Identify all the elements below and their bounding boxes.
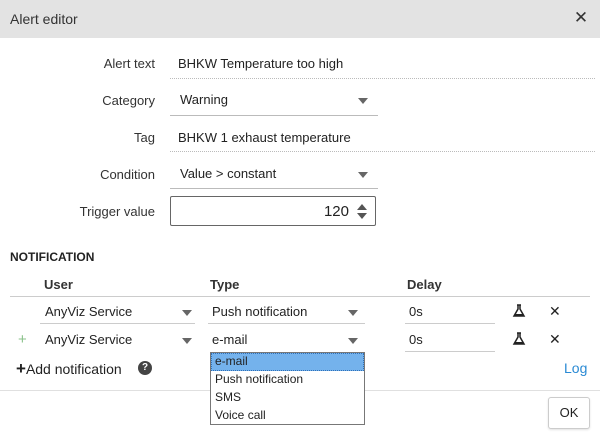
condition-select-line xyxy=(170,188,378,189)
log-link[interactable]: Log xyxy=(564,360,587,376)
add-notification-button[interactable]: +Add notification xyxy=(16,359,122,379)
dialog-titlebar: Alert editor ✕ xyxy=(0,0,600,38)
category-select-line xyxy=(170,115,378,116)
help-icon[interactable]: ? xyxy=(138,361,152,375)
tag-underline xyxy=(170,151,595,152)
category-label: Category xyxy=(102,93,155,108)
trigger-value-input[interactable]: 120 xyxy=(170,196,376,226)
tag-input[interactable]: BHKW 1 exhaust temperature xyxy=(178,130,351,145)
plus-icon: + xyxy=(18,331,27,348)
dialog-title: Alert editor xyxy=(10,11,78,27)
row-2-type-select[interactable]: e-mail xyxy=(212,332,247,347)
category-select[interactable]: Warning xyxy=(180,92,228,107)
ok-button[interactable]: OK xyxy=(548,397,590,429)
close-icon[interactable]: ✕ xyxy=(573,9,589,27)
condition-select[interactable]: Value > constant xyxy=(180,166,276,181)
flask-icon[interactable] xyxy=(512,332,526,346)
spin-down-icon[interactable] xyxy=(357,213,367,219)
row-1-delay-input[interactable]: 0s xyxy=(409,304,423,319)
caret-down-icon[interactable] xyxy=(182,310,192,316)
add-notification-label: Add notification xyxy=(25,361,122,377)
row-2-delay-line xyxy=(405,351,495,352)
row-1-type-line xyxy=(208,323,365,324)
row-1-user-line xyxy=(40,323,195,324)
row-2-user-select[interactable]: AnyViz Service xyxy=(45,332,132,347)
tag-label: Tag xyxy=(134,130,155,145)
flask-icon[interactable] xyxy=(512,304,526,318)
delete-icon[interactable]: ✕ xyxy=(549,303,561,320)
row-1-delay-line xyxy=(405,323,495,324)
trigger-value-text: 120 xyxy=(323,203,349,220)
spin-up-icon[interactable] xyxy=(357,204,367,210)
notification-section-title: NOTIFICATION xyxy=(10,250,95,264)
dropdown-option-voice[interactable]: Voice call xyxy=(211,407,364,425)
dropdown-option-email[interactable]: e-mail xyxy=(211,353,364,371)
caret-down-icon[interactable] xyxy=(348,338,358,344)
trigger-value-label: Trigger value xyxy=(79,204,155,219)
delete-icon[interactable]: ✕ xyxy=(549,331,561,348)
alert-text-input[interactable]: BHKW Temperature too high xyxy=(178,56,343,71)
condition-label: Condition xyxy=(100,167,155,182)
row-1-type-select[interactable]: Push notification xyxy=(212,304,307,319)
alert-text-label: Alert text xyxy=(103,56,155,71)
type-dropdown-list[interactable]: e-mail Push notification SMS Voice call xyxy=(210,352,365,425)
dropdown-option-sms[interactable]: SMS xyxy=(211,389,364,407)
caret-down-icon[interactable] xyxy=(358,98,368,104)
alert-text-underline xyxy=(170,78,595,79)
table-header-divider xyxy=(10,296,590,297)
column-header-delay: Delay xyxy=(407,277,442,292)
column-header-user: User xyxy=(44,277,73,292)
column-header-type: Type xyxy=(210,277,240,292)
caret-down-icon[interactable] xyxy=(348,310,358,316)
plus-icon: + xyxy=(16,359,26,378)
caret-down-icon[interactable] xyxy=(182,338,192,344)
dropdown-option-push[interactable]: Push notification xyxy=(211,371,364,389)
row-1-user-select[interactable]: AnyViz Service xyxy=(45,304,132,319)
row-2-delay-input[interactable]: 0s xyxy=(409,332,423,347)
caret-down-icon[interactable] xyxy=(358,172,368,178)
